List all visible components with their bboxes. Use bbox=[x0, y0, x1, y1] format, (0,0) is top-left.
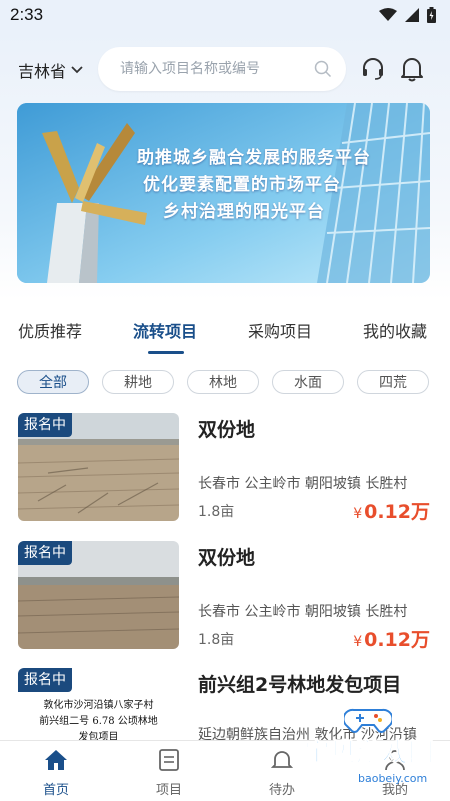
province-selector[interactable]: 吉林省 bbox=[18, 58, 84, 82]
listing-area: 1.8亩 bbox=[198, 632, 235, 648]
bottom-navigation: 首页 项目 待办 我的 bbox=[0, 740, 450, 801]
user-icon bbox=[385, 750, 405, 771]
status-badge: 报名中 bbox=[18, 668, 72, 692]
listing-thumbnail: 报名中 bbox=[18, 541, 179, 649]
province-label: 吉林省 bbox=[18, 62, 67, 81]
filter-chip-forest[interactable]: 林地 bbox=[187, 370, 259, 394]
home-icon bbox=[45, 750, 67, 770]
filter-chip-wasteland[interactable]: 四荒 bbox=[357, 370, 429, 394]
listing-title: 前兴组2号林地发包项目 bbox=[198, 674, 402, 696]
thumbnail-caption: 敦化市沙河沿镇八家子村 前兴组二号 6.78 公顷林地 发包项目 bbox=[18, 698, 179, 746]
tab-transfer-projects[interactable]: 流转项目 bbox=[133, 318, 197, 342]
filter-chips: 全部 耕地 林地 水面 四荒 bbox=[0, 370, 450, 396]
banner-line-2: 优化要素配置的市场平台 bbox=[143, 175, 341, 195]
active-tab-indicator bbox=[148, 351, 184, 354]
bell-icon[interactable] bbox=[400, 56, 424, 82]
listing-area: 1.8亩 bbox=[198, 504, 235, 520]
promo-banner[interactable]: 助推城乡融合发展的服务平台 优化要素配置的市场平台 乡村治理的阳光平台 bbox=[17, 103, 430, 283]
currency-symbol: ¥ bbox=[353, 506, 363, 522]
battery-icon bbox=[427, 7, 436, 23]
listing-price: ¥0.12万 bbox=[353, 625, 430, 652]
listing-card[interactable]: 报名中 双份地 长春市 公主岭市 朝阳坡镇 长胜村 1.8亩 ¥0.12万 bbox=[18, 541, 432, 651]
filter-chip-all[interactable]: 全部 bbox=[17, 370, 89, 394]
listing-card[interactable]: 报名中 双份地 长春市 公主岭市 朝阳坡镇 长胜村 1.8亩 ¥0.12万 bbox=[18, 413, 432, 523]
wifi-icon bbox=[379, 8, 397, 21]
currency-symbol: ¥ bbox=[353, 634, 363, 650]
filter-chip-water[interactable]: 水面 bbox=[272, 370, 344, 394]
nav-mine-label: 我的 bbox=[381, 783, 408, 798]
listing-thumbnail: 报名中 bbox=[18, 413, 179, 521]
listing-title: 双份地 bbox=[198, 419, 256, 441]
thumbnail-caption-line: 前兴组二号 6.78 公顷林地 bbox=[39, 716, 158, 727]
document-icon bbox=[159, 749, 179, 771]
tab-my-favorites[interactable]: 我的收藏 bbox=[363, 318, 427, 342]
category-tabs: 优质推荐 流转项目 采购项目 我的收藏 bbox=[0, 312, 450, 356]
filter-chip-farmland[interactable]: 耕地 bbox=[102, 370, 174, 394]
status-badge: 报名中 bbox=[18, 413, 72, 437]
nav-mine[interactable]: 我的 bbox=[365, 749, 425, 798]
nav-projects[interactable]: 项目 bbox=[139, 749, 199, 798]
status-time: 2:33 bbox=[10, 5, 44, 24]
nav-todo-label: 待办 bbox=[268, 783, 295, 798]
banner-line-1: 助推城乡融合发展的服务平台 bbox=[137, 148, 371, 168]
nav-home[interactable]: 首页 bbox=[26, 749, 86, 798]
signal-icon bbox=[405, 8, 419, 22]
search-icon[interactable] bbox=[314, 60, 332, 78]
bell-icon bbox=[270, 751, 294, 768]
status-badge: 报名中 bbox=[18, 541, 72, 565]
headset-icon[interactable] bbox=[360, 56, 386, 82]
thumbnail-caption-line: 敦化市沙河沿镇八家子村 bbox=[43, 700, 154, 711]
listing-price: ¥0.12万 bbox=[353, 497, 430, 524]
tab-procurement-projects[interactable]: 采购项目 bbox=[248, 318, 312, 342]
tab-quality-recommend[interactable]: 优质推荐 bbox=[18, 318, 82, 342]
top-bar: 吉林省 bbox=[0, 44, 450, 96]
status-icons bbox=[379, 7, 436, 23]
banner-slogans: 助推城乡融合发展的服务平台 优化要素配置的市场平台 乡村治理的阳光平台 bbox=[137, 145, 371, 226]
chevron-down-icon bbox=[71, 66, 83, 74]
listing-location: 长春市 公主岭市 朝阳坡镇 长胜村 bbox=[198, 476, 408, 492]
search-box[interactable] bbox=[98, 47, 346, 91]
listing-location: 长春市 公主岭市 朝阳坡镇 长胜村 bbox=[198, 604, 408, 620]
nav-home-label: 首页 bbox=[42, 783, 69, 798]
nav-todo[interactable]: 待办 bbox=[252, 749, 312, 798]
listing-title: 双份地 bbox=[198, 547, 256, 569]
listing-price-value: 0.12万 bbox=[364, 629, 430, 651]
banner-line-3: 乡村治理的阳光平台 bbox=[163, 202, 325, 222]
search-input[interactable] bbox=[118, 60, 302, 78]
nav-projects-label: 项目 bbox=[155, 783, 182, 798]
status-bar: 2:33 bbox=[0, 0, 450, 30]
listing-price-value: 0.12万 bbox=[364, 501, 430, 523]
